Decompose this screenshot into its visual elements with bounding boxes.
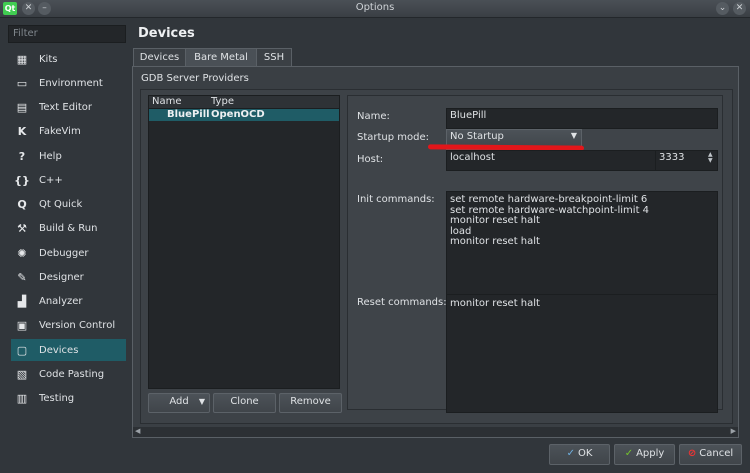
sidebar-item-testing[interactable]: ▥ Testing bbox=[11, 388, 126, 410]
sidebar-item-designer[interactable]: ✎ Designer bbox=[11, 266, 126, 288]
braces-icon: {} bbox=[14, 173, 30, 187]
sidebar-item-label: Debugger bbox=[39, 247, 89, 259]
cancel-button[interactable]: ⊘ Cancel bbox=[679, 444, 742, 465]
ok-label: OK bbox=[577, 448, 593, 459]
sidebar-item-label: Testing bbox=[39, 393, 75, 404]
paste-icon: ▧ bbox=[16, 367, 28, 381]
host-field[interactable]: localhost bbox=[446, 150, 659, 171]
sidebar-item-debugger[interactable]: ✺ Debugger bbox=[11, 242, 126, 264]
scroll-right-icon[interactable]: ▶ bbox=[731, 427, 736, 435]
text-editor-icon: ▤ bbox=[16, 101, 28, 114]
init-command-line: set remote hardware-breakpoint-limit 6 bbox=[450, 194, 648, 205]
hammer-icon: ⚒ bbox=[17, 222, 27, 236]
add-button-label: Add bbox=[169, 396, 189, 407]
name-label: Name: bbox=[357, 111, 390, 122]
sidebar-item-label: Code Pasting bbox=[39, 368, 105, 380]
ok-button[interactable]: ✓ OK bbox=[549, 444, 610, 465]
fakevim-icon: K bbox=[17, 125, 27, 139]
sidebar-item-label: Text Editor bbox=[39, 102, 92, 113]
remove-button[interactable]: Remove bbox=[279, 393, 342, 413]
init-commands-label: Init commands: bbox=[357, 194, 435, 205]
column-header-name[interactable]: Name bbox=[152, 96, 182, 107]
clone-button[interactable]: Clone bbox=[213, 393, 276, 413]
sidebar-item-label: Analyzer bbox=[39, 296, 83, 307]
reset-commands-label: Reset commands: bbox=[357, 297, 447, 308]
qt-quick-icon: Q bbox=[17, 198, 27, 211]
analyzer-icon: ▟ bbox=[17, 295, 27, 308]
add-button[interactable]: Add ▼ bbox=[148, 393, 210, 413]
spin-arrows-icon[interactable]: ▲ ▼ bbox=[708, 152, 716, 165]
sidebar-item-code-pasting[interactable]: ▧ Code Pasting bbox=[11, 363, 126, 385]
sidebar-item-label: Help bbox=[39, 150, 62, 162]
reset-command-line: monitor reset halt bbox=[450, 298, 540, 309]
sidebar: ▦ Kits ▭ Environment ▤ Text Editor K FakeVim? He… bbox=[8, 46, 126, 438]
tab-ssh[interactable]: SSH bbox=[256, 48, 292, 67]
devices-icon: ▢ bbox=[16, 343, 28, 357]
check-icon: ✓ bbox=[566, 448, 575, 459]
column-header-type[interactable]: Type bbox=[211, 96, 234, 107]
sidebar-item-analyzer[interactable]: ▟ Analyzer bbox=[11, 291, 126, 313]
apply-label: Apply bbox=[636, 448, 665, 459]
sidebar-item-label: Build & Run bbox=[39, 223, 98, 235]
window-title: Options bbox=[355, 2, 395, 13]
cancel-icon: ⊘ bbox=[687, 448, 697, 459]
check-icon: ✓ bbox=[624, 448, 634, 459]
testing-icon: ▥ bbox=[16, 392, 28, 405]
window-close-icon[interactable]: ✕ bbox=[733, 2, 746, 15]
group-title: GDB Server Providers bbox=[141, 73, 249, 84]
reset-commands-textarea[interactable]: monitor reset halt bbox=[446, 294, 718, 413]
help-icon: ? bbox=[18, 149, 26, 163]
sidebar-item-label: FakeVim bbox=[39, 126, 81, 138]
sidebar-item-label: Kits bbox=[39, 53, 58, 65]
tab-bare-metal[interactable]: Bare Metal bbox=[185, 48, 257, 67]
sidebar-item-build-run[interactable]: ⚒ Build & Run bbox=[11, 218, 126, 240]
sidebar-item-label: C++ bbox=[39, 174, 63, 186]
sidebar-item-text-editor[interactable]: ▤ Text Editor bbox=[11, 97, 126, 119]
sidebar-item-environment[interactable]: ▭ Environment bbox=[11, 72, 126, 94]
sidebar-item-label: Designer bbox=[39, 271, 84, 283]
startup-mode-label: Startup mode: bbox=[357, 132, 430, 143]
bug-icon: ✺ bbox=[17, 246, 27, 260]
init-command-line: monitor reset halt bbox=[450, 215, 540, 227]
sidebar-item-version-control[interactable]: ▣ Version Control bbox=[11, 315, 126, 337]
sidebar-item-kits[interactable]: ▦ Kits bbox=[11, 48, 126, 70]
sidebar-item-label: Devices bbox=[39, 344, 79, 356]
kits-icon: ▦ bbox=[16, 52, 28, 66]
apply-button[interactable]: ✓ Apply bbox=[614, 444, 675, 465]
cancel-label: Cancel bbox=[699, 448, 734, 459]
sidebar-item-help[interactable]: ? Help bbox=[11, 145, 126, 167]
scroll-left-icon[interactable]: ◀ bbox=[135, 427, 140, 435]
init-command-line: monitor reset halt bbox=[450, 236, 540, 248]
startup-mode-value: No Startup bbox=[450, 131, 504, 142]
port-value: 3333 bbox=[659, 152, 685, 163]
sidebar-item-label: Environment bbox=[39, 77, 103, 89]
title-bar: Qt ✕ – Options ⌄ ✕ bbox=[0, 0, 750, 18]
sidebar-item-qt-quick[interactable]: Q Qt Quick bbox=[11, 194, 126, 216]
list-item-name: BluePill bbox=[167, 109, 210, 120]
page-title: Devices bbox=[138, 26, 195, 41]
filter-input[interactable]: Filter bbox=[8, 25, 126, 43]
init-commands-textarea[interactable]: set remote hardware-breakpoint-limit 6 s… bbox=[446, 191, 718, 297]
sidebar-item-fakevim[interactable]: K FakeVim bbox=[11, 121, 126, 143]
chevron-down-icon: ▼ bbox=[198, 397, 205, 406]
list-item-type: OpenOCD bbox=[211, 109, 265, 120]
chevron-down-icon[interactable]: ⌄ bbox=[716, 2, 729, 15]
tab-devices[interactable]: Devices bbox=[133, 48, 186, 67]
sidebar-item-devices[interactable]: ▢ Devices bbox=[11, 339, 126, 361]
sidebar-item-c[interactable]: {} C++ bbox=[11, 169, 126, 191]
version-control-icon: ▣ bbox=[16, 319, 28, 333]
provider-list[interactable]: Name Type BluePill OpenOCD bbox=[148, 95, 340, 389]
chevron-down-icon: ▼ bbox=[570, 131, 577, 140]
pencil-icon: ✎ bbox=[17, 270, 27, 284]
port-spinbox[interactable]: 3333 ▲ ▼ bbox=[655, 150, 718, 171]
name-field[interactable]: BluePill bbox=[446, 108, 718, 129]
sidebar-item-label: Qt Quick bbox=[39, 199, 83, 210]
sidebar-item-label: Version Control bbox=[39, 320, 116, 332]
horizontal-scrollbar[interactable]: ◀ ▶ bbox=[133, 427, 738, 437]
host-label: Host: bbox=[357, 154, 384, 165]
monitor-icon: ▭ bbox=[16, 76, 28, 90]
list-header: Name Type bbox=[149, 96, 339, 109]
list-item[interactable]: BluePill OpenOCD bbox=[149, 109, 339, 121]
